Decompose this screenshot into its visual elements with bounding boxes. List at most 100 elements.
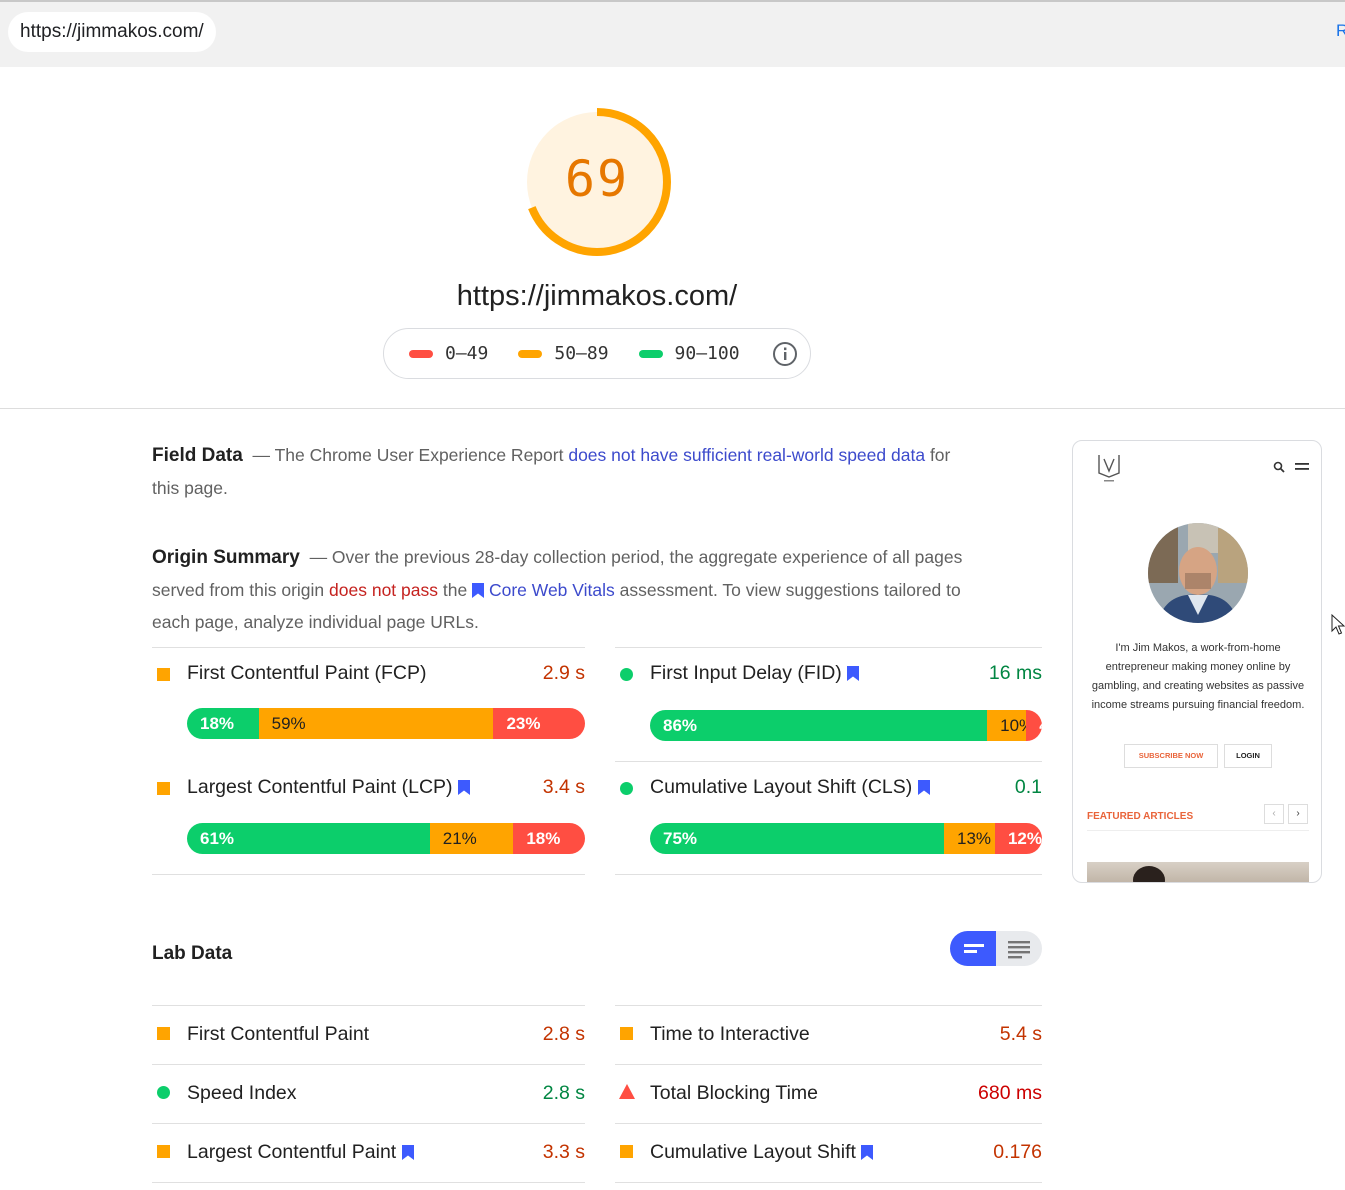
- metric-name-text: First Input Delay (FID): [650, 662, 842, 684]
- metric-value: 0.176: [993, 1141, 1042, 1163]
- author-bio: I'm Jim Makos, a work-from-home entrepre…: [1091, 642, 1305, 711]
- bookmark-icon: [847, 666, 860, 681]
- row-divider: [152, 874, 585, 875]
- average-indicator: [620, 1145, 633, 1158]
- metric-name: First Contentful Paint (FCP): [187, 662, 427, 684]
- legend-item-good: 90–100: [638, 343, 740, 364]
- carousel-next-button[interactable]: ›: [1288, 804, 1308, 824]
- segment-slow: 18%: [513, 823, 585, 854]
- list-view-icon[interactable]: [996, 931, 1042, 966]
- metric-header: Cumulative Layout Shift (CLS) 0.1: [615, 776, 1042, 806]
- thumbnail-figure: [1133, 866, 1165, 882]
- search-icon[interactable]: [1273, 461, 1285, 473]
- segment-slow: 4%: [1026, 710, 1042, 741]
- bookmark-icon: [917, 780, 930, 795]
- segment-average: 21%: [429, 823, 514, 854]
- score-legend: 0–49 50–89 90–100: [383, 328, 811, 379]
- lab-metric-lcp: Largest Contentful Paint 3.3 s: [152, 1123, 585, 1182]
- bookmark-icon: [457, 780, 470, 795]
- lab-data-title: Lab Data: [152, 943, 233, 964]
- bookmark-icon: [401, 1145, 414, 1160]
- metric-value: 2.9 s: [542, 662, 585, 684]
- lab-metric-cls: Cumulative Layout Shift 0.176: [615, 1123, 1042, 1182]
- field-metric-fcp: First Contentful Paint (FCP) 2.9 s 18% 5…: [152, 662, 585, 739]
- metric-value: 2.8 s: [542, 1082, 585, 1104]
- info-icon[interactable]: [772, 341, 798, 367]
- menu-icon[interactable]: [1295, 463, 1309, 471]
- view-toggle[interactable]: [950, 931, 1042, 966]
- carousel-controls: ‹ ›: [1264, 804, 1308, 824]
- average-indicator: [157, 1027, 170, 1040]
- carousel-prev-button[interactable]: ‹: [1264, 804, 1284, 824]
- legend-swatch-good: [638, 349, 663, 358]
- segment-average: 13%: [944, 823, 995, 854]
- bookmark-icon: [861, 1145, 874, 1160]
- legend-item-poor: 0–49: [409, 343, 488, 364]
- segment-fast: 86%: [650, 710, 988, 741]
- field-data-link[interactable]: does not have sufficient real-world spee…: [568, 445, 925, 465]
- preview-divider: [1087, 830, 1309, 831]
- lab-metric-tti: Time to Interactive 5.4 s: [615, 1005, 1042, 1064]
- row-divider: [615, 647, 1042, 648]
- field-metric-cls: Cumulative Layout Shift (CLS) 0.1 75% 13…: [615, 776, 1042, 856]
- average-indicator: [157, 1145, 170, 1158]
- distribution-bar: 86% 10% 4%: [650, 710, 1042, 741]
- url-display[interactable]: https://jimmakos.com/: [8, 12, 216, 52]
- subscribe-button[interactable]: SUBSCRIBE NOW: [1124, 744, 1218, 768]
- lab-metric-tbt: Total Blocking Time 680 ms: [615, 1064, 1042, 1123]
- metric-name-text: Cumulative Layout Shift: [650, 1141, 856, 1163]
- metric-name: Total Blocking Time: [650, 1082, 818, 1104]
- site-logo-icon: [1098, 455, 1120, 482]
- legend-swatch-poor: [409, 349, 433, 358]
- row-divider: [152, 1182, 585, 1183]
- performance-score: 69: [564, 150, 630, 208]
- field-data-section: Field Data — The Chrome User Experience …: [152, 439, 982, 504]
- summary-view-icon: [964, 944, 984, 953]
- mouse-cursor-icon: [1331, 614, 1345, 635]
- metric-name: Largest Contentful Paint (LCP): [187, 776, 470, 799]
- metric-name: Cumulative Layout Shift: [650, 1141, 874, 1164]
- average-indicator: [620, 1027, 633, 1040]
- field-metric-fid: First Input Delay (FID) 16 ms 86% 10% 4%: [615, 662, 1042, 741]
- metric-name: Cumulative Layout Shift (CLS): [650, 776, 930, 799]
- origin-summary-title: Origin Summary: [152, 547, 300, 568]
- login-button[interactable]: LOGIN: [1224, 744, 1272, 768]
- legend-item-average: 50–89: [518, 343, 609, 364]
- metric-value: 16 ms: [988, 662, 1042, 684]
- legend-label: 50–89: [554, 343, 609, 364]
- legend-label: 90–100: [674, 343, 740, 364]
- metric-name: Largest Contentful Paint: [187, 1141, 414, 1164]
- good-indicator: [157, 1086, 170, 1099]
- metric-value: 680 ms: [978, 1082, 1042, 1104]
- legend-label: 0–49: [445, 343, 489, 364]
- legend-swatch-average: [518, 349, 543, 358]
- segment-average: 10%: [987, 710, 1034, 741]
- metric-name: Time to Interactive: [650, 1023, 810, 1045]
- metric-header: First Contentful Paint (FCP) 2.9 s: [152, 662, 585, 692]
- metric-name-text: Largest Contentful Paint: [187, 1141, 397, 1163]
- distribution-bar: 61% 21% 18%: [187, 823, 585, 854]
- distribution-bar: 18% 59% 23%: [187, 708, 585, 739]
- metric-name: First Contentful Paint: [187, 1023, 370, 1045]
- segment-fast: 75%: [650, 823, 944, 854]
- origin-summary-the: the: [442, 580, 468, 600]
- bookmark-icon: [472, 583, 485, 598]
- top-right-link[interactable]: R: [1336, 21, 1345, 41]
- article-thumbnail: [1087, 862, 1309, 882]
- toggle-summary-view[interactable]: [950, 931, 996, 966]
- metric-name: First Input Delay (FID): [650, 662, 860, 685]
- average-indicator: [157, 668, 170, 681]
- average-indicator: [157, 782, 170, 795]
- distribution-bar: 75% 13% 12%: [650, 823, 1042, 854]
- segment-slow: 12%: [994, 823, 1042, 854]
- metric-value: 3.3 s: [542, 1141, 585, 1163]
- featured-articles-heading: FEATURED ARTICLES: [1087, 811, 1194, 822]
- preview-content: I'm Jim Makos, a work-from-home entrepre…: [1087, 441, 1309, 882]
- good-indicator: [620, 782, 633, 795]
- lab-metric-fcp: First Contentful Paint 2.8 s: [152, 1005, 585, 1064]
- core-web-vitals-link[interactable]: Core Web Vitals: [489, 580, 615, 600]
- metric-value: 5.4 s: [999, 1023, 1042, 1045]
- row-divider: [615, 761, 1042, 762]
- page-screenshot-preview: I'm Jim Makos, a work-from-home entrepre…: [1072, 440, 1322, 883]
- lab-metric-si: Speed Index 2.8 s: [152, 1064, 585, 1123]
